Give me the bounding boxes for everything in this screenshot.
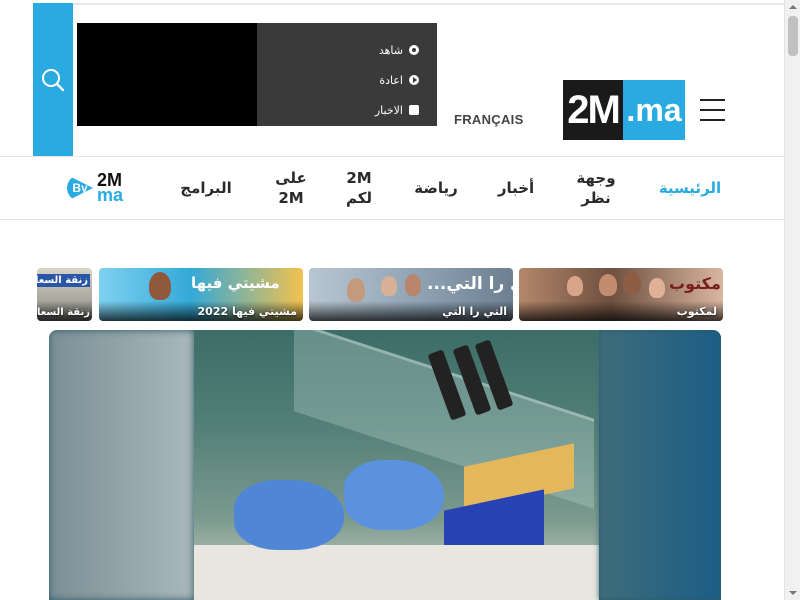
program-art-title: مكتوب bbox=[669, 274, 721, 293]
nav-item-programs[interactable]: البرامج bbox=[170, 157, 242, 219]
hamburger-line bbox=[700, 109, 725, 111]
program-label: التي را التي bbox=[442, 305, 507, 318]
hero-lab-photo bbox=[194, 330, 599, 600]
search-icon bbox=[42, 68, 65, 91]
player-menu: شاهد اعادة الاخبار bbox=[257, 23, 437, 126]
programs-carousel: مكتوب لمكتوب التي را التي... التي را الت… bbox=[37, 268, 723, 321]
hero-blur-left bbox=[49, 330, 194, 600]
logo-2m: 2M bbox=[563, 80, 623, 140]
player-menu-label: شاهد bbox=[378, 43, 403, 57]
by2m-wordmark: 2M ma bbox=[97, 171, 124, 205]
scroll-thumb[interactable] bbox=[788, 16, 798, 56]
player-menu-label: الاخبار bbox=[374, 103, 403, 117]
program-card-zanqat-saada[interactable]: زنقة السعادة زنقة السعادة bbox=[37, 268, 92, 321]
nav-item-home[interactable]: الرئيسية bbox=[650, 157, 730, 219]
hero-image[interactable] bbox=[49, 330, 721, 600]
by2m-logo[interactable]: By 2M ma bbox=[67, 171, 124, 205]
bench bbox=[194, 545, 599, 600]
program-label: لمكتوب bbox=[676, 305, 717, 318]
hero-blur-right bbox=[599, 330, 721, 600]
by2m-play-icon: By bbox=[67, 175, 93, 201]
replay-icon bbox=[409, 75, 419, 85]
nav-item-news[interactable]: أخبار bbox=[490, 157, 542, 219]
news-icon bbox=[409, 105, 419, 115]
page: شاهد اعادة الاخبار FRANÇAIS 2M .ma الرئي… bbox=[0, 0, 800, 600]
live-icon bbox=[409, 45, 419, 55]
hamburger-icon bbox=[700, 99, 725, 101]
nav-item-2m-for-you[interactable]: 2M لكم bbox=[334, 157, 384, 219]
logo-ma: .ma bbox=[623, 80, 685, 140]
scroll-down-icon[interactable] bbox=[785, 586, 800, 600]
program-art-title: مشيتي فيها bbox=[191, 274, 280, 292]
scroll-up-icon[interactable] bbox=[785, 0, 800, 14]
search-button[interactable] bbox=[33, 3, 73, 156]
nav-item-sport[interactable]: رياضة bbox=[404, 157, 468, 219]
nav-item-label: على 2M bbox=[275, 168, 307, 207]
nav-item-on-2m[interactable]: على 2M bbox=[266, 157, 316, 219]
program-card-maktoub[interactable]: مكتوب لمكتوب bbox=[519, 268, 723, 321]
language-switch-link[interactable]: FRANÇAIS bbox=[454, 112, 524, 127]
top-border bbox=[73, 3, 784, 5]
glove-left bbox=[234, 480, 344, 550]
program-label: مشيتي فيها 2022 bbox=[197, 305, 297, 318]
player-menu-item-news[interactable]: الاخبار bbox=[257, 95, 419, 125]
menu-button[interactable] bbox=[700, 99, 725, 121]
program-art-title: زنقة السعادة bbox=[37, 274, 90, 287]
program-art-title: التي را التي... bbox=[427, 274, 513, 294]
by2m-bottom: ma bbox=[97, 185, 124, 205]
program-label: زنقة السعادة bbox=[37, 307, 90, 318]
player-menu-item-live[interactable]: شاهد bbox=[257, 35, 419, 65]
player-menu-item-replay[interactable]: اعادة bbox=[257, 65, 419, 95]
nav-item-opinion[interactable]: وجهة نظر bbox=[566, 157, 626, 219]
program-card-mchiti-fiha[interactable]: مشيتي فيها مشيتي فيها 2022 bbox=[99, 268, 303, 321]
program-card-lli-ra-lli[interactable]: التي را التي... التي را التي bbox=[309, 268, 513, 321]
glove-right bbox=[344, 460, 444, 530]
site-logo[interactable]: 2M .ma bbox=[563, 80, 685, 140]
player-menu-label: اعادة bbox=[379, 73, 403, 87]
vertical-scrollbar[interactable] bbox=[784, 0, 800, 600]
nav-item-label: وجهة نظر bbox=[576, 168, 616, 207]
nav-item-label: 2M لكم bbox=[345, 168, 373, 207]
hamburger-line bbox=[700, 119, 725, 121]
